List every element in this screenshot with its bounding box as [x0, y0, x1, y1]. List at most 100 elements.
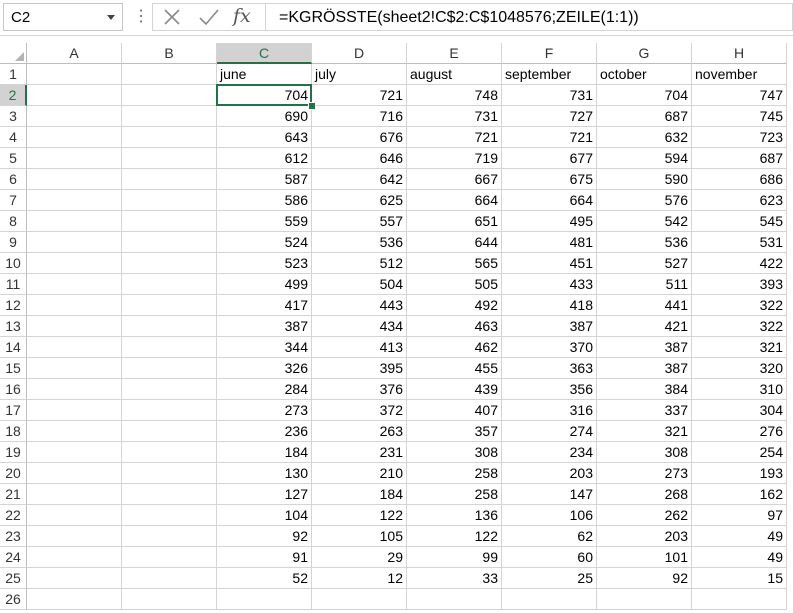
cell-b3[interactable] [122, 106, 217, 127]
cell-e12[interactable]: 492 [407, 295, 502, 316]
cell-d19[interactable]: 231 [312, 442, 407, 463]
cell-h8[interactable]: 545 [692, 211, 787, 232]
cell-d17[interactable]: 372 [312, 400, 407, 421]
cell-a10[interactable] [27, 253, 122, 274]
cell-d5[interactable]: 646 [312, 148, 407, 169]
cell-h9[interactable]: 531 [692, 232, 787, 253]
cell-e14[interactable]: 462 [407, 337, 502, 358]
column-header-a[interactable]: A [27, 43, 122, 64]
column-header-d[interactable]: D [312, 43, 407, 64]
cell-a2[interactable] [27, 85, 122, 106]
cell-h2[interactable]: 747 [692, 85, 787, 106]
cell-d8[interactable]: 557 [312, 211, 407, 232]
cell-e3[interactable]: 731 [407, 106, 502, 127]
cell-c13[interactable]: 387 [217, 316, 312, 337]
cell-f5[interactable]: 677 [502, 148, 597, 169]
cell-d13[interactable]: 434 [312, 316, 407, 337]
name-box-value[interactable]: C2 [11, 9, 30, 26]
row-header-12[interactable]: 12 [0, 295, 27, 316]
cell-d15[interactable]: 395 [312, 358, 407, 379]
cell-e16[interactable]: 439 [407, 379, 502, 400]
cell-d2[interactable]: 721 [312, 85, 407, 106]
cell-d18[interactable]: 263 [312, 421, 407, 442]
cell-b23[interactable] [122, 526, 217, 547]
cell-f15[interactable]: 363 [502, 358, 597, 379]
cell-c12[interactable]: 417 [217, 295, 312, 316]
cell-h6[interactable]: 686 [692, 169, 787, 190]
cell-f17[interactable]: 316 [502, 400, 597, 421]
cell-d4[interactable]: 676 [312, 127, 407, 148]
cell-g25[interactable]: 92 [597, 568, 692, 589]
cell-d7[interactable]: 625 [312, 190, 407, 211]
cell-g2[interactable]: 704 [597, 85, 692, 106]
cell-f19[interactable]: 234 [502, 442, 597, 463]
cell-a25[interactable] [27, 568, 122, 589]
cell-a6[interactable] [27, 169, 122, 190]
row-header-7[interactable]: 7 [0, 190, 27, 211]
cell-d9[interactable]: 536 [312, 232, 407, 253]
cell-c3[interactable]: 690 [217, 106, 312, 127]
row-header-21[interactable]: 21 [0, 484, 27, 505]
cell-f2[interactable]: 731 [502, 85, 597, 106]
cell-g24[interactable]: 101 [597, 547, 692, 568]
cell-h22[interactable]: 97 [692, 505, 787, 526]
cell-h1[interactable]: november [692, 64, 787, 85]
cell-a4[interactable] [27, 127, 122, 148]
cell-b12[interactable] [122, 295, 217, 316]
cell-h16[interactable]: 310 [692, 379, 787, 400]
cell-g8[interactable]: 542 [597, 211, 692, 232]
row-header-11[interactable]: 11 [0, 274, 27, 295]
cell-b11[interactable] [122, 274, 217, 295]
cell-f18[interactable]: 274 [502, 421, 597, 442]
cell-c21[interactable]: 127 [217, 484, 312, 505]
cell-g21[interactable]: 268 [597, 484, 692, 505]
row-header-24[interactable]: 24 [0, 547, 27, 568]
cell-c4[interactable]: 643 [217, 127, 312, 148]
cell-g9[interactable]: 536 [597, 232, 692, 253]
row-header-6[interactable]: 6 [0, 169, 27, 190]
cell-e22[interactable]: 136 [407, 505, 502, 526]
cell-e2[interactable]: 748 [407, 85, 502, 106]
cell-a17[interactable] [27, 400, 122, 421]
cell-h23[interactable]: 49 [692, 526, 787, 547]
cell-b8[interactable] [122, 211, 217, 232]
cell-e24[interactable]: 99 [407, 547, 502, 568]
cell-e19[interactable]: 308 [407, 442, 502, 463]
row-header-18[interactable]: 18 [0, 421, 27, 442]
cell-b19[interactable] [122, 442, 217, 463]
name-box[interactable]: C2 [3, 3, 123, 31]
cell-c19[interactable]: 184 [217, 442, 312, 463]
cell-h24[interactable]: 49 [692, 547, 787, 568]
cell-h18[interactable]: 276 [692, 421, 787, 442]
row-header-16[interactable]: 16 [0, 379, 27, 400]
cell-a23[interactable] [27, 526, 122, 547]
cell-c18[interactable]: 236 [217, 421, 312, 442]
cell-c15[interactable]: 326 [217, 358, 312, 379]
cell-g16[interactable]: 384 [597, 379, 692, 400]
check-icon[interactable] [198, 7, 220, 27]
cell-e21[interactable]: 258 [407, 484, 502, 505]
column-header-f[interactable]: F [502, 43, 597, 64]
cell-b13[interactable] [122, 316, 217, 337]
cell-f12[interactable]: 418 [502, 295, 597, 316]
cell-a14[interactable] [27, 337, 122, 358]
cell-a12[interactable] [27, 295, 122, 316]
cell-e9[interactable]: 644 [407, 232, 502, 253]
cell-f8[interactable]: 495 [502, 211, 597, 232]
cell-b20[interactable] [122, 463, 217, 484]
cell-e4[interactable]: 721 [407, 127, 502, 148]
cell-d16[interactable]: 376 [312, 379, 407, 400]
cell-a22[interactable] [27, 505, 122, 526]
row-header-4[interactable]: 4 [0, 127, 27, 148]
cell-a26[interactable] [27, 589, 122, 610]
cell-b6[interactable] [122, 169, 217, 190]
cell-g20[interactable]: 273 [597, 463, 692, 484]
cell-d11[interactable]: 504 [312, 274, 407, 295]
cell-h25[interactable]: 15 [692, 568, 787, 589]
cell-e1[interactable]: august [407, 64, 502, 85]
column-header-h[interactable]: H [692, 43, 787, 64]
cell-b10[interactable] [122, 253, 217, 274]
cell-f26[interactable] [502, 589, 597, 610]
cell-d23[interactable]: 105 [312, 526, 407, 547]
cell-c14[interactable]: 344 [217, 337, 312, 358]
